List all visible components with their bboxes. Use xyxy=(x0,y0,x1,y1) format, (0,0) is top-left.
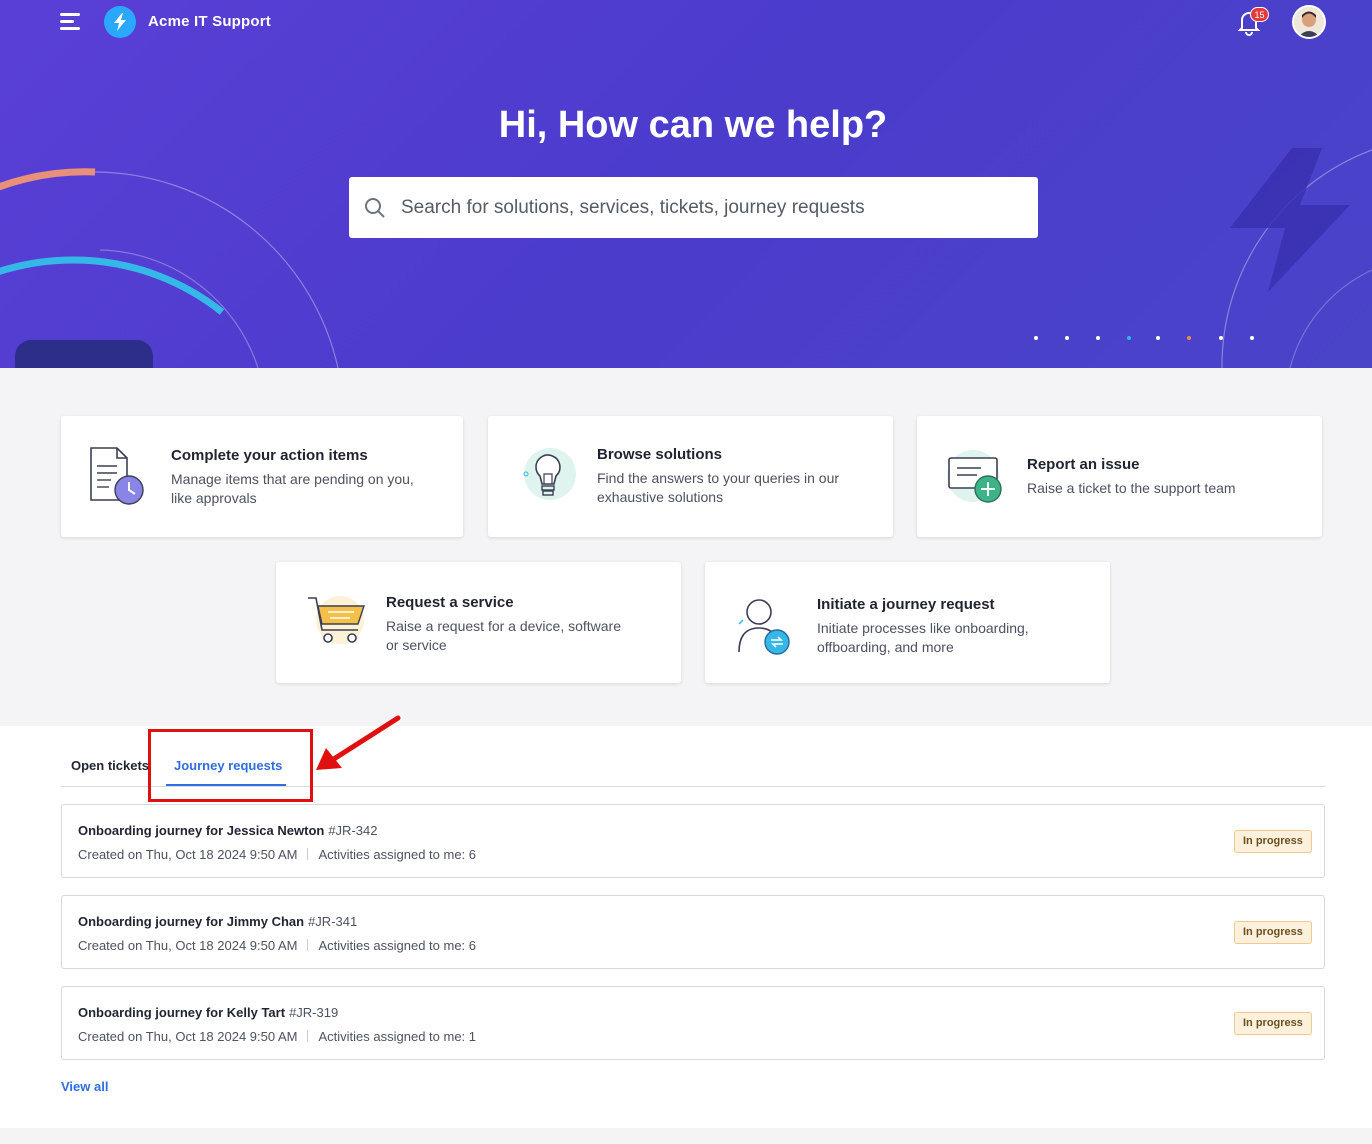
request-meta: Created on Thu, Oct 18 2024 9:50 AM Activ… xyxy=(78,847,476,862)
status-badge: In progress xyxy=(1234,830,1312,853)
request-meta: Created on Thu, Oct 18 2024 9:50 AM Activ… xyxy=(78,938,476,953)
created-label: Created on xyxy=(78,938,143,953)
view-all-link[interactable]: View all xyxy=(61,1079,108,1094)
annotation-highlight-box xyxy=(148,729,313,802)
hero-banner: Acme IT Support 15 Hi, How can we help? xyxy=(0,0,1372,368)
activities-label: Activities assigned to me: xyxy=(318,1029,466,1044)
carousel-dot[interactable] xyxy=(1187,336,1191,340)
search-icon xyxy=(365,198,385,218)
journey-request-row[interactable]: Onboarding journey for Jessica Newton #JR… xyxy=(61,804,1325,878)
journey-request-row[interactable]: Onboarding journey for Jimmy Chan #JR-341… xyxy=(61,895,1325,969)
carousel-dot[interactable] xyxy=(1219,336,1223,340)
search-bar[interactable] xyxy=(349,177,1038,238)
carousel-dot[interactable] xyxy=(1096,336,1100,340)
tab-open-tickets[interactable]: Open tickets xyxy=(71,758,149,773)
created-date: Thu, Oct 18 2024 9:50 AM xyxy=(145,847,298,862)
shopping-cart-icon xyxy=(308,596,365,644)
request-meta: Created on Thu, Oct 18 2024 9:50 AM Activ… xyxy=(78,1029,476,1044)
card-browse-solutions[interactable]: Browse solutions Find the answers to you… xyxy=(488,416,893,537)
hero-title: Hi, How can we help? xyxy=(498,104,888,146)
request-title: Onboarding journey for Jessica Newton xyxy=(78,823,325,838)
request-id: #JR-319 xyxy=(289,1005,339,1020)
created-label: Created on xyxy=(78,847,143,862)
card-report-issue[interactable]: Report an issue Raise a ticket to the su… xyxy=(917,416,1322,537)
hamburger-menu-icon[interactable] xyxy=(60,12,82,32)
lightbulb-icon xyxy=(523,448,576,500)
carousel-dot[interactable] xyxy=(1034,336,1038,340)
card-title: Complete your action items xyxy=(171,447,368,464)
request-id: #JR-341 xyxy=(308,914,358,929)
activities-count: 1 xyxy=(468,1029,477,1044)
created-label: Created on xyxy=(78,1029,143,1044)
top-bar: Acme IT Support 15 xyxy=(0,0,1372,44)
action-items-icon xyxy=(90,447,144,505)
created-date: Thu, Oct 18 2024 9:50 AM xyxy=(145,938,298,953)
status-badge: In progress xyxy=(1234,1012,1312,1035)
card-action-items[interactable]: Complete your action items Manage items … xyxy=(61,416,463,537)
report-issue-icon xyxy=(947,450,1002,503)
page-footer-strip xyxy=(0,1128,1372,1144)
activities-count: 6 xyxy=(468,847,477,862)
journey-user-icon xyxy=(738,599,790,655)
card-journey-request[interactable]: Initiate a journey request Initiate proc… xyxy=(705,562,1110,683)
card-title: Request a service xyxy=(386,594,514,611)
card-title: Initiate a journey request xyxy=(817,596,995,613)
journey-request-row[interactable]: Onboarding journey for Kelly Tart #JR-319… xyxy=(61,986,1325,1060)
request-title: Onboarding journey for Kelly Tart xyxy=(78,1005,286,1020)
card-request-service[interactable]: Request a service Raise a request for a … xyxy=(276,562,681,683)
card-description: Find the answers to your queries in our … xyxy=(597,470,840,505)
app-logo-icon[interactable] xyxy=(104,6,136,38)
carousel-dot[interactable] xyxy=(1250,336,1254,340)
request-title-line: Onboarding journey for Jessica Newton #JR… xyxy=(78,823,377,838)
activities-label: Activities assigned to me: xyxy=(318,847,466,862)
card-description: Raise a ticket to the support team xyxy=(1027,480,1236,496)
request-id: #JR-342 xyxy=(328,823,378,838)
notification-count-badge: 15 xyxy=(1250,7,1269,22)
search-input[interactable] xyxy=(401,177,1021,238)
card-description: Initiate processes like onboarding, offb… xyxy=(817,620,1029,655)
card-description: Raise a request for a device, software o… xyxy=(386,618,622,653)
carousel-dot[interactable] xyxy=(1065,336,1069,340)
request-title-line: Onboarding journey for Jimmy Chan #JR-341 xyxy=(78,914,357,929)
carousel-dot[interactable] xyxy=(1156,336,1160,340)
created-date: Thu, Oct 18 2024 9:50 AM xyxy=(145,1029,298,1044)
card-description: Manage items that are pending on you, li… xyxy=(171,471,414,506)
carousel-dot-active[interactable] xyxy=(1127,336,1131,340)
request-title-line: Onboarding journey for Kelly Tart #JR-319 xyxy=(78,1005,338,1020)
card-title: Report an issue xyxy=(1027,456,1140,473)
annotation-arrow-icon xyxy=(316,715,401,770)
app-title[interactable]: Acme IT Support xyxy=(148,13,271,30)
activities-count: 6 xyxy=(468,938,477,953)
request-title: Onboarding journey for Jimmy Chan xyxy=(78,914,305,929)
card-title: Browse solutions xyxy=(597,446,723,463)
activities-label: Activities assigned to me: xyxy=(318,938,466,953)
user-avatar[interactable] xyxy=(1292,5,1326,39)
status-badge: In progress xyxy=(1234,921,1312,944)
